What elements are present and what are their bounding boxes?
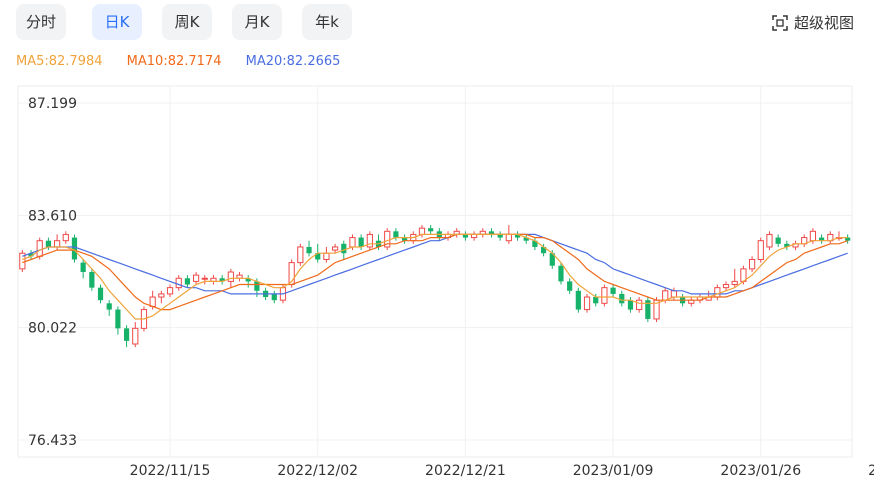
candle-body-up bbox=[757, 240, 764, 260]
candle-body-up bbox=[766, 233, 773, 248]
candle-body-down bbox=[358, 237, 364, 247]
candle-body-down bbox=[393, 231, 399, 238]
x-tick-label: 2023/01/26 bbox=[720, 463, 801, 479]
candle-body-down bbox=[89, 272, 95, 288]
candle-body-up bbox=[505, 233, 512, 242]
x-tick-label: 2022/11/15 bbox=[130, 463, 211, 479]
candle-body-down bbox=[575, 290, 581, 310]
candle-body-down bbox=[184, 278, 191, 285]
ma10-line bbox=[22, 233, 848, 311]
y-tick-label: 87.199 bbox=[28, 96, 77, 112]
candle-body-down bbox=[254, 281, 260, 291]
candle-body-down bbox=[428, 228, 434, 232]
candle-body-up bbox=[636, 299, 643, 311]
candle-body-up bbox=[601, 287, 608, 304]
candle-body-up bbox=[670, 290, 678, 298]
candle-body-up bbox=[418, 227, 426, 235]
candle-body-down bbox=[627, 300, 634, 310]
candle-body-up bbox=[149, 296, 156, 307]
candle-body-up bbox=[192, 274, 200, 282]
candle-body-up bbox=[323, 252, 330, 260]
candle-body-down bbox=[619, 293, 625, 304]
candle-body-down bbox=[271, 293, 277, 301]
candle-body-down bbox=[115, 309, 121, 329]
candle-body-up bbox=[714, 287, 721, 298]
y-tick-label: 80.022 bbox=[28, 321, 77, 337]
candle-body-up bbox=[809, 230, 817, 242]
candle-body-up bbox=[748, 258, 756, 270]
candle-body-down bbox=[341, 243, 347, 254]
candle-body-up bbox=[731, 280, 738, 286]
candle-body-down bbox=[775, 237, 781, 244]
candle-body-down bbox=[558, 265, 564, 282]
candle-body-up bbox=[227, 271, 234, 282]
x-tick-label: 2022/12/21 bbox=[425, 463, 506, 479]
candle-body-up bbox=[175, 277, 182, 289]
x-tick-label: 2022/12/02 bbox=[277, 463, 358, 479]
candle-body-up bbox=[53, 240, 61, 248]
candle-body-down bbox=[106, 303, 112, 310]
candle-body-up bbox=[662, 290, 669, 301]
candle-body-up bbox=[132, 327, 139, 345]
candle-body-up bbox=[297, 246, 304, 264]
candle-body-down bbox=[80, 262, 86, 273]
candle-body-down bbox=[306, 246, 312, 254]
x-tick-label: 2023/02/14 bbox=[868, 463, 874, 479]
candle-body-down bbox=[610, 287, 616, 294]
y-tick-label: 76.433 bbox=[28, 433, 77, 449]
candle-body-down bbox=[567, 281, 573, 291]
candle-body-up bbox=[62, 233, 69, 242]
candle-body-up bbox=[349, 237, 356, 248]
candle-body-down bbox=[123, 328, 130, 341]
candle-body-up bbox=[36, 240, 43, 257]
candle-body-up bbox=[583, 296, 591, 311]
candlestick-chart: 87.199 83.610 80.022 76.433 2022/11/15 2022/1… bbox=[17, 85, 874, 479]
candle-body-down bbox=[71, 237, 78, 260]
ma5-line bbox=[22, 233, 848, 320]
candle-body-up bbox=[331, 246, 339, 251]
candle-body-up bbox=[722, 284, 730, 289]
candle-body-up bbox=[158, 293, 165, 298]
y-tick-label: 83.610 bbox=[28, 208, 77, 224]
candle-body-down bbox=[593, 297, 599, 304]
candle-body-up bbox=[201, 277, 208, 280]
candle-body-up bbox=[166, 287, 174, 295]
x-tick-label: 2023/01/09 bbox=[573, 463, 654, 479]
candle-body-down bbox=[45, 240, 52, 247]
candle-body-down bbox=[97, 287, 104, 301]
